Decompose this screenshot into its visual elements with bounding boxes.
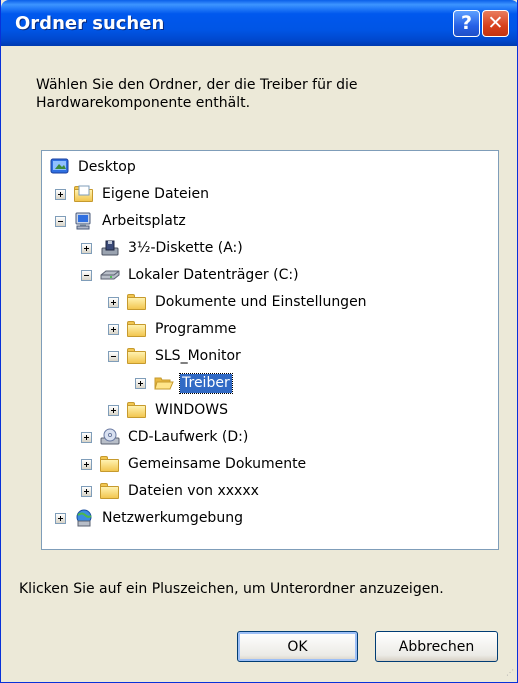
floppy-drive-icon: [100, 239, 120, 257]
cancel-button[interactable]: Abbrechen: [375, 631, 498, 662]
documents-folder-icon: [74, 185, 94, 203]
tree-item-label: Programme: [155, 320, 237, 337]
tree-item-label: CD-Laufwerk (D:): [128, 428, 249, 445]
close-button[interactable]: ✕: [482, 10, 509, 37]
expand-plus-icon[interactable]: [81, 485, 92, 497]
tree-item-label: 3½-Diskette (A:): [128, 239, 243, 256]
tree-item-label: WINDOWS: [155, 401, 228, 418]
tree-item-programme[interactable]: Programme: [108, 318, 238, 340]
help-button[interactable]: ?: [453, 10, 480, 37]
tree-item-treiber[interactable]: Treiber: [135, 372, 233, 394]
tree-item-eigene-dateien[interactable]: Eigene Dateien: [55, 183, 211, 205]
hard-drive-icon: [100, 266, 120, 284]
tree-item-cd-laufwerk-d[interactable]: CD-Laufwerk (D:): [81, 426, 250, 448]
folder-icon: [127, 401, 147, 419]
tree-item-gemeinsame-dokumente[interactable]: Gemeinsame Dokumente: [81, 453, 308, 475]
collapse-minus-icon[interactable]: [55, 215, 66, 227]
expand-plus-icon[interactable]: [108, 323, 119, 335]
collapse-minus-icon[interactable]: [81, 269, 92, 281]
desktop-icon: [50, 158, 70, 176]
expand-plus-icon[interactable]: [135, 377, 146, 389]
tree-item-netzwerkumgebung[interactable]: Netzwerkumgebung: [55, 507, 245, 529]
tree-item-label: SLS_Monitor: [155, 347, 241, 364]
tree-item-dateien-von-xxxxx[interactable]: Dateien von xxxxx: [81, 480, 261, 502]
instruction-line-1: Wählen Sie den Ordner, der die Treiber f…: [36, 77, 358, 93]
folder-icon: [100, 455, 120, 473]
expand-plus-icon[interactable]: [108, 404, 119, 416]
tree-item-label: Dateien von xxxxx: [128, 482, 259, 499]
cd-drive-icon: [100, 428, 120, 446]
hint-text: Klicken Sie auf ein Pluszeichen, um Unte…: [19, 581, 444, 597]
tree-item-sls-monitor[interactable]: SLS_Monitor: [108, 345, 243, 367]
tree-item-label: Gemeinsame Dokumente: [128, 455, 307, 472]
folder-icon: [127, 320, 147, 338]
ok-button[interactable]: OK: [237, 631, 358, 662]
expand-plus-icon[interactable]: [108, 296, 119, 308]
title-bar[interactable]: Ordner suchen ? ✕: [1, 0, 517, 46]
expand-plus-icon[interactable]: [55, 188, 66, 200]
open-folder-icon: [154, 374, 174, 392]
tree-item-label: Desktop: [78, 158, 136, 175]
tree-item-arbeitsplatz[interactable]: Arbeitsplatz: [55, 210, 188, 232]
tree-item-diskette-a[interactable]: 3½-Diskette (A:): [81, 237, 245, 259]
instruction-text: Wählen Sie den Ordner, der die Treiber f…: [36, 76, 476, 112]
folder-tree[interactable]: Desktop Eigene Dateien Arbeitsplatz 3½-D…: [41, 150, 499, 550]
network-icon: [74, 509, 94, 527]
expand-plus-icon[interactable]: [55, 512, 66, 524]
tree-item-lokaler-datentraeger-c[interactable]: Lokaler Datenträger (C:): [81, 264, 301, 286]
expand-plus-icon[interactable]: [81, 458, 92, 470]
tree-item-desktop[interactable]: Desktop: [50, 156, 138, 178]
tree-item-windows[interactable]: WINDOWS: [108, 399, 230, 421]
my-computer-icon: [74, 212, 94, 230]
tree-item-label-selected: Treiber: [179, 372, 233, 394]
folder-icon: [127, 293, 147, 311]
tree-item-label: Lokaler Datenträger (C:): [128, 266, 299, 283]
expand-plus-icon[interactable]: [81, 431, 92, 443]
tree-item-label: Dokumente und Einstellungen: [155, 293, 367, 310]
tree-item-dokumente-und-einstellungen[interactable]: Dokumente und Einstellungen: [108, 291, 369, 313]
folder-icon: [100, 482, 120, 500]
resize-grip[interactable]: ⋰: [506, 668, 517, 680]
tree-item-label: Arbeitsplatz: [102, 212, 186, 229]
expand-plus-icon[interactable]: [81, 242, 92, 254]
instruction-line-2: Hardwarekomponente enthält.: [36, 95, 251, 111]
dialog-title: Ordner suchen: [15, 13, 165, 34]
folder-icon: [127, 347, 147, 365]
folder-browse-dialog: Ordner suchen ? ✕ Wählen Sie den Ordner,…: [0, 0, 518, 683]
tree-item-label: Eigene Dateien: [102, 185, 210, 202]
tree-item-label: Netzwerkumgebung: [102, 509, 243, 526]
collapse-minus-icon[interactable]: [108, 350, 119, 362]
